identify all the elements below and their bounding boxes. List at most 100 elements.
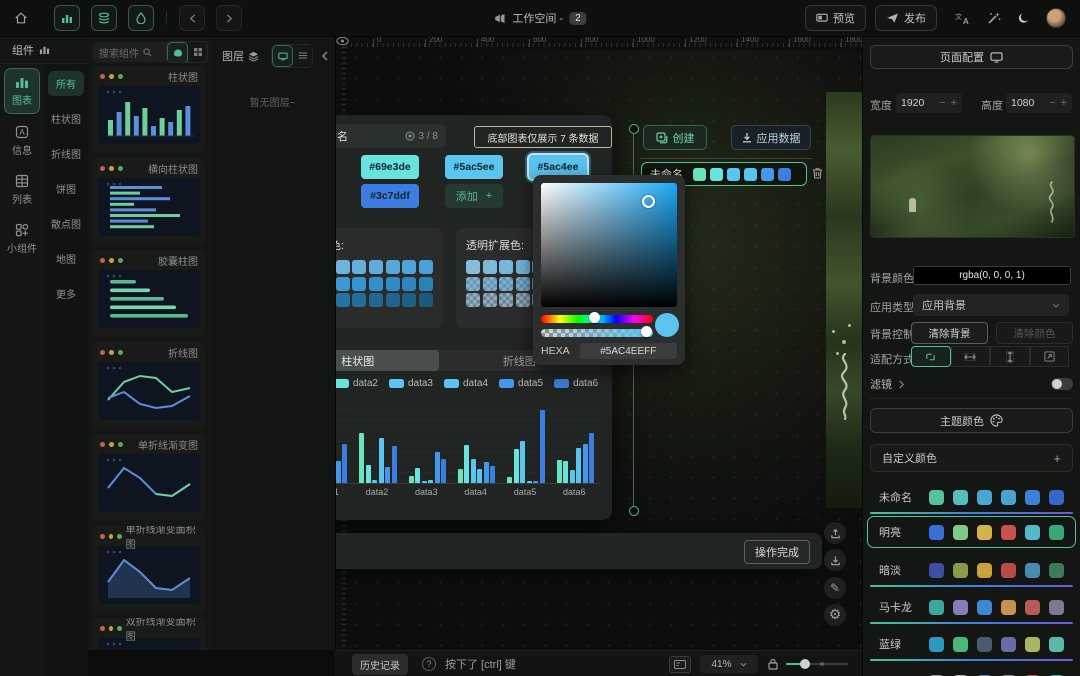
charts-tool-button[interactable]	[54, 5, 80, 31]
bar[interactable]	[428, 480, 433, 483]
page-config-button[interactable]: 页面配置	[870, 45, 1073, 69]
bar[interactable]	[533, 481, 538, 483]
ext-swatch-alpha[interactable]	[483, 260, 497, 274]
bar[interactable]	[507, 477, 512, 483]
add-custom-color-icon[interactable]: +	[1053, 451, 1061, 466]
custom-color-row[interactable]: 自定义颜色 +	[870, 444, 1073, 472]
edit-button[interactable]: ✎	[824, 577, 846, 599]
theme-row-partial[interactable]	[870, 668, 1073, 676]
chart-card-capsule[interactable]: 胶囊柱图	[92, 250, 206, 336]
help-icon[interactable]: ?	[422, 657, 436, 671]
layers-list-view-button[interactable]	[293, 45, 312, 65]
legend-item[interactable]: data4	[444, 378, 488, 389]
height-input[interactable]: 1080 −+	[1006, 93, 1072, 113]
width-minus-button[interactable]: −	[939, 97, 945, 109]
ext-swatch[interactable]	[419, 293, 433, 307]
zoom-level-dropdown[interactable]: 41%	[700, 655, 758, 673]
theme-row-蓝绿[interactable]: 蓝绿	[870, 630, 1073, 658]
bar[interactable]	[540, 410, 545, 483]
category-2[interactable]: 柱状图	[48, 106, 84, 131]
done-button[interactable]: 操作完成	[744, 540, 810, 564]
zoom-slider-handle[interactable]	[800, 659, 810, 669]
minimap-button[interactable]	[669, 656, 691, 673]
ext-swatch[interactable]	[336, 260, 350, 274]
drop-tool-button[interactable]	[128, 5, 154, 31]
bar[interactable]	[458, 469, 463, 483]
sidebar-item-chart[interactable]: 图表	[4, 68, 40, 114]
bar[interactable]	[342, 444, 347, 483]
bar[interactable]	[514, 449, 519, 483]
ext-swatch-alpha[interactable]	[483, 293, 497, 307]
saturation-area[interactable]	[541, 183, 677, 307]
sidebar-item-table[interactable]: 列表	[5, 168, 39, 212]
translate-icon[interactable]: 文A	[955, 11, 971, 25]
legend-item[interactable]: data3	[389, 378, 433, 389]
layers-tool-button[interactable]	[91, 5, 117, 31]
bar[interactable]	[583, 444, 588, 483]
alpha-slider[interactable]	[541, 329, 653, 337]
ext-swatch[interactable]	[402, 293, 416, 307]
delete-theme-icon[interactable]	[812, 167, 823, 179]
chart-card-area1[interactable]: 单折线渐变面积图	[92, 526, 206, 612]
ext-swatch[interactable]	[419, 260, 433, 274]
color-chip-5ac5ee[interactable]: #5ac5ee	[445, 155, 503, 179]
app-type-dropdown[interactable]: 应用背景	[913, 294, 1069, 316]
bar[interactable]	[570, 470, 575, 483]
bar[interactable]	[415, 468, 420, 483]
bg-color-value[interactable]: rgba(0, 0, 0, 1)	[913, 266, 1071, 285]
category-7[interactable]: 更多	[48, 281, 84, 306]
ext-swatch[interactable]	[352, 293, 366, 307]
ext-swatch[interactable]	[419, 277, 433, 291]
ext-swatch[interactable]	[369, 260, 383, 274]
width-input[interactable]: 1920 −+	[896, 93, 962, 113]
ext-swatch-alpha[interactable]	[466, 293, 480, 307]
color-chip-3c7ddf[interactable]: #3c7ddf	[361, 184, 419, 208]
height-plus-button[interactable]: +	[1061, 97, 1067, 109]
collapse-panel-icon[interactable]	[321, 51, 329, 61]
fit-auto-button[interactable]	[911, 346, 951, 367]
saturation-handle[interactable]	[642, 195, 655, 208]
theme-color-button[interactable]: 主题颜色	[870, 408, 1073, 433]
magic-wand-icon[interactable]	[987, 11, 1001, 25]
ext-swatch[interactable]	[336, 277, 350, 291]
add-color-button[interactable]: 添加+	[445, 184, 503, 208]
bar[interactable]	[359, 433, 364, 483]
bar[interactable]	[392, 446, 397, 483]
clear-background-button[interactable]: 清除背景	[911, 322, 988, 344]
background-image-preview[interactable]	[870, 135, 1075, 238]
history-button[interactable]: 历史记录	[352, 654, 408, 675]
ext-swatch[interactable]	[352, 260, 366, 274]
bar[interactable]	[589, 433, 594, 483]
bar[interactable]	[441, 459, 446, 483]
category-4[interactable]: 饼图	[48, 176, 84, 201]
ext-swatch[interactable]	[369, 293, 383, 307]
bar[interactable]	[520, 441, 525, 483]
settings-button[interactable]: ⚙	[824, 604, 846, 626]
redo-button[interactable]	[216, 5, 242, 31]
chart-card-bar[interactable]: 柱状图	[92, 66, 206, 152]
create-button[interactable]: 创建	[643, 125, 707, 150]
sidebar-item-widget[interactable]: 小组件	[5, 217, 39, 261]
avatar[interactable]	[1046, 8, 1066, 28]
bar[interactable]	[379, 438, 384, 483]
publish-button[interactable]: 发布	[875, 5, 937, 31]
hexa-value-input[interactable]: #5AC4EEFF	[580, 343, 677, 359]
apply-data-button[interactable]: 应用数据	[731, 125, 811, 150]
undo-button[interactable]	[179, 5, 205, 31]
width-plus-button[interactable]: +	[951, 97, 957, 109]
ext-swatch-alpha[interactable]	[483, 277, 497, 291]
ext-swatch[interactable]	[402, 277, 416, 291]
bar[interactable]	[557, 460, 562, 483]
theme-row-暗淡[interactable]: 暗淡	[870, 556, 1073, 584]
ext-swatch[interactable]	[369, 277, 383, 291]
ext-swatch[interactable]	[336, 293, 350, 307]
ext-swatch[interactable]	[386, 277, 400, 291]
hue-handle[interactable]	[589, 312, 600, 323]
preview-button[interactable]: 预览	[805, 5, 866, 31]
ext-swatch-alpha[interactable]	[516, 260, 530, 274]
ext-swatch-alpha[interactable]	[466, 260, 480, 274]
color-chip-69e3de[interactable]: #69e3de	[361, 155, 419, 179]
ext-swatch-alpha[interactable]	[499, 260, 513, 274]
download-button[interactable]	[824, 549, 846, 571]
lock-icon[interactable]	[768, 658, 778, 670]
